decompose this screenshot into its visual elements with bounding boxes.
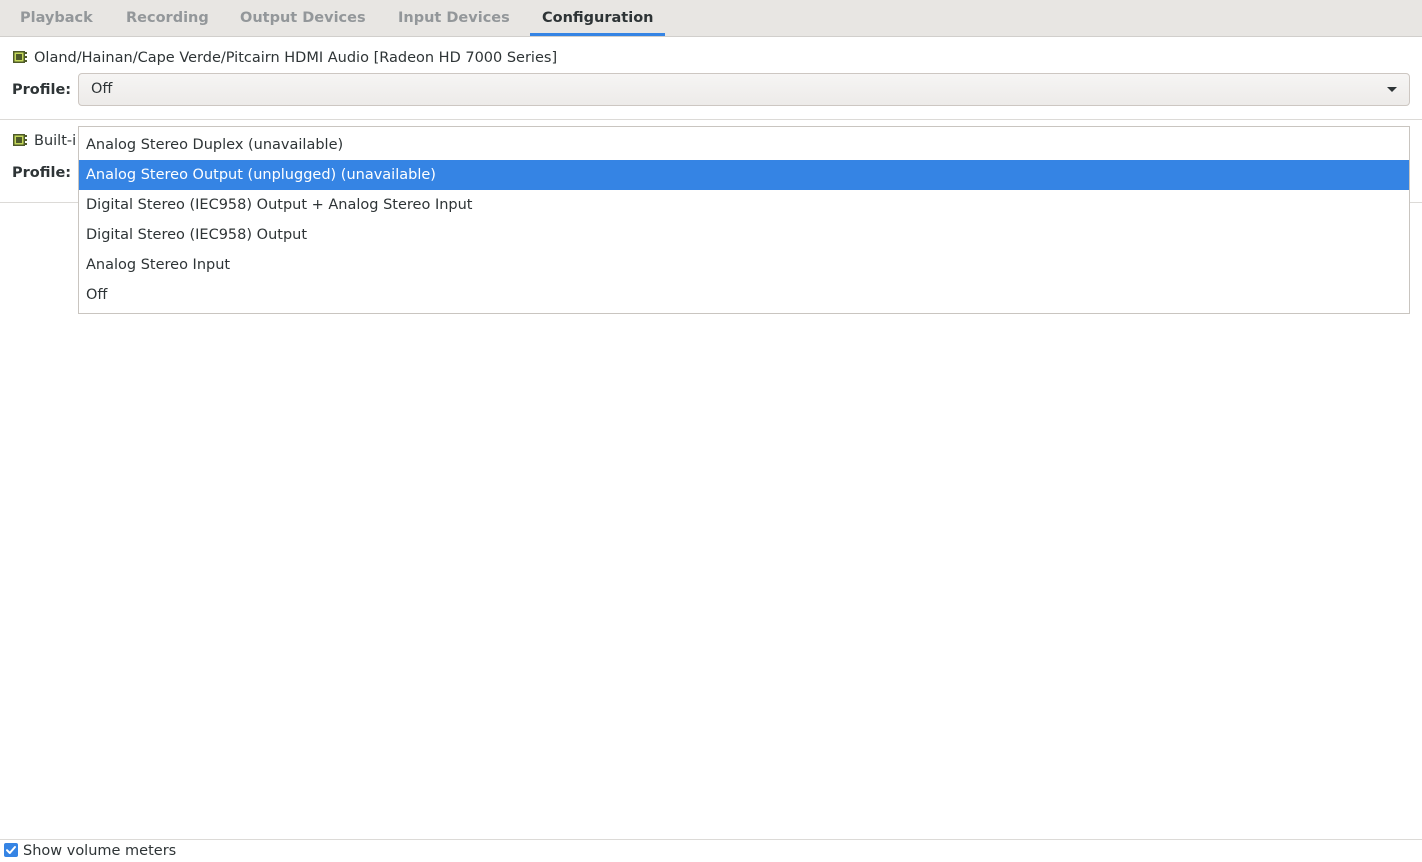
profile-combo-hdmi[interactable]: Off — [78, 73, 1410, 106]
tab-output-devices[interactable]: Output Devices — [228, 0, 378, 36]
tab-playback[interactable]: Playback — [8, 0, 105, 36]
separator — [0, 119, 1422, 120]
device-name: Built-i — [34, 133, 77, 149]
show-volume-meters-label: Show volume meters — [23, 843, 177, 859]
dropdown-option[interactable]: Analog Stereo Input — [79, 250, 1409, 280]
profile-label: Profile: — [12, 82, 72, 98]
checkbox-checked-icon[interactable] — [4, 843, 18, 857]
tab-bar: Playback Recording Output Devices Input … — [0, 0, 1422, 37]
device-header-hdmi: Oland/Hainan/Cape Verde/Pitcairn HDMI Au… — [12, 48, 557, 68]
pavucontrol-window: Playback Recording Output Devices Input … — [0, 0, 1422, 862]
dropdown-option[interactable]: Analog Stereo Duplex (unavailable) — [79, 130, 1409, 160]
profile-combo-value: Off — [91, 81, 113, 97]
show-volume-meters-toggle[interactable]: Show volume meters — [4, 842, 176, 860]
sound-card-icon — [12, 49, 28, 65]
dropdown-option[interactable]: Off — [79, 280, 1409, 310]
dropdown-option[interactable]: Digital Stereo (IEC958) Output + Analog … — [79, 190, 1409, 220]
device-name: Oland/Hainan/Cape Verde/Pitcairn HDMI Au… — [34, 50, 558, 66]
profile-label: Profile: — [12, 165, 72, 181]
chevron-down-icon — [1387, 87, 1397, 92]
footer-separator — [0, 839, 1422, 840]
dropdown-option-highlighted[interactable]: Analog Stereo Output (unplugged) (unavai… — [79, 160, 1409, 190]
dropdown-option[interactable]: Digital Stereo (IEC958) Output — [79, 220, 1409, 250]
tab-recording[interactable]: Recording — [114, 0, 221, 36]
profile-dropdown-popup: Analog Stereo Duplex (unavailable) Analo… — [78, 126, 1410, 314]
device-header-builtin: Built-i — [12, 131, 76, 151]
sound-card-icon — [12, 132, 28, 148]
tab-configuration[interactable]: Configuration — [530, 0, 665, 36]
tab-input-devices[interactable]: Input Devices — [386, 0, 522, 36]
